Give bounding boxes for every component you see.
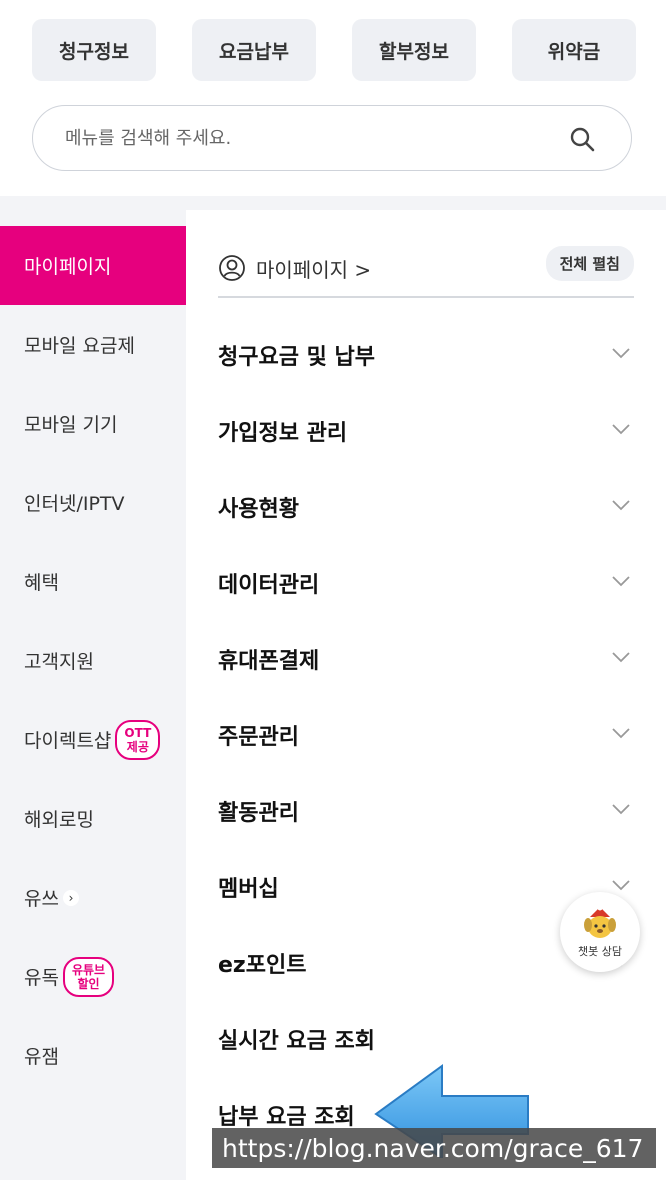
- chevron-down-icon: [612, 652, 630, 663]
- quick-btn-payment[interactable]: 요금납부: [192, 19, 316, 81]
- chatbot-button[interactable]: 챗봇 상담: [560, 892, 640, 972]
- sidebar-item-label: 인터넷/IPTV: [24, 493, 125, 515]
- menu-phone-payment[interactable]: 휴대폰결제: [218, 629, 634, 689]
- quick-btn-billing-info[interactable]: 청구정보: [32, 19, 156, 81]
- chevron-down-icon: [612, 576, 630, 587]
- user-icon: [219, 255, 245, 281]
- menu-data-management[interactable]: 데이터관리: [218, 553, 634, 613]
- sidebar-item-label: 유독: [24, 967, 59, 989]
- menu-item-label: 사용현황: [218, 497, 299, 522]
- search-icon[interactable]: [569, 126, 595, 152]
- expand-all-button[interactable]: 전체 펼침: [545, 246, 634, 281]
- chatbot-label: 챗봇 상담: [578, 945, 622, 958]
- sidebar-item-label: 고객지원: [24, 651, 94, 673]
- main-panel: 마이페이지 > 전체 펼침 청구요금 및 납부 가입정보 관리 사용현황 데이터…: [186, 210, 666, 1180]
- sidebar: 마이페이지 모바일 요금제 모바일 기기 인터넷/IPTV 혜택 고객지원 다이…: [0, 210, 186, 1180]
- sidebar-item-label: 모바일 요금제: [24, 335, 135, 357]
- menu-item-label: 가입정보 관리: [218, 421, 348, 446]
- mypage-link[interactable]: 마이페이지 >: [256, 254, 371, 283]
- chevron-down-icon: [612, 424, 630, 435]
- menu-billing-payment[interactable]: 청구요금 및 납부: [218, 325, 634, 385]
- sidebar-item-benefits[interactable]: 혜택: [0, 542, 186, 621]
- chevron-down-icon: [612, 728, 630, 739]
- chevron-down-icon: [612, 348, 630, 359]
- menu-item-label: 납부 요금 조회: [218, 1105, 355, 1130]
- sidebar-item-label: 해외로밍: [24, 809, 94, 831]
- badge-line: 할인: [77, 976, 100, 991]
- menu-order-management[interactable]: 주문관리: [218, 705, 634, 765]
- ott-badge: OTT 제공: [115, 719, 161, 760]
- sidebar-item-label: 모바일 기기: [24, 414, 118, 436]
- mypage-header: 마이페이지 > 전체 펼침: [218, 240, 634, 298]
- sidebar-item-roaming[interactable]: 해외로밍: [0, 779, 186, 858]
- sidebar-item-mypage[interactable]: 마이페이지: [0, 226, 186, 305]
- menu-subscription-info[interactable]: 가입정보 관리: [218, 401, 634, 461]
- menu-item-label: 주문관리: [218, 725, 299, 750]
- badge-line: OTT: [124, 725, 152, 740]
- sidebar-item-label: 혜택: [24, 572, 59, 594]
- menu-item-label: 청구요금 및 납부: [218, 345, 375, 370]
- quick-btn-installment[interactable]: 할부정보: [352, 19, 476, 81]
- quick-btn-penalty[interactable]: 위약금: [512, 19, 636, 81]
- watermark: https://blog.naver.com/grace_617: [212, 1128, 656, 1168]
- sidebar-item-direct-shop[interactable]: 다이렉트샵 OTT 제공: [0, 700, 186, 779]
- chatbot-mascot-icon: [584, 905, 616, 938]
- sidebar-item-label: 유쓰: [24, 888, 59, 910]
- menu-item-label: 데이터관리: [218, 573, 320, 598]
- section-divider: [0, 196, 666, 210]
- chevron-down-icon: [612, 500, 630, 511]
- sidebar-item-mobile-plan[interactable]: 모바일 요금제: [0, 305, 186, 384]
- sidebar-item-support[interactable]: 고객지원: [0, 621, 186, 700]
- menu-item-label: 실시간 요금 조회: [218, 1029, 375, 1054]
- search-input[interactable]: [63, 126, 537, 150]
- menu-item-label: ez포인트: [218, 953, 307, 978]
- menu-usage[interactable]: 사용현황: [218, 477, 634, 537]
- search-bar: [32, 105, 632, 171]
- quick-menu: 청구정보 요금납부 할부정보 위약금: [0, 0, 666, 100]
- menu-item-label: 활동관리: [218, 801, 299, 826]
- badge-line: 제공: [126, 739, 149, 754]
- sidebar-item-yujam[interactable]: 유잼: [0, 1016, 186, 1095]
- sidebar-item-internet-iptv[interactable]: 인터넷/IPTV: [0, 463, 186, 542]
- sidebar-item-label: 유잼: [24, 1046, 59, 1068]
- sidebar-item-yudok[interactable]: 유독 유튜브 할인: [0, 937, 186, 1016]
- menu-activity-management[interactable]: 활동관리: [218, 781, 634, 841]
- sidebar-item-label: 다이렉트샵: [24, 730, 112, 752]
- chevron-down-icon: [612, 804, 630, 815]
- sidebar-item-label: 마이페이지: [24, 256, 112, 278]
- menu-item-label: 멤버십: [218, 877, 279, 902]
- menu-item-label: 휴대폰결제: [218, 649, 320, 674]
- sidebar-item-yousse[interactable]: 유쓰 ›: [0, 858, 186, 937]
- chevron-down-icon: [612, 880, 630, 891]
- youtube-discount-badge: 유튜브 할인: [62, 956, 115, 997]
- menu-realtime-fee[interactable]: 실시간 요금 조회: [218, 1009, 634, 1069]
- chevron-right-icon: ›: [62, 889, 79, 906]
- sidebar-item-mobile-device[interactable]: 모바일 기기: [0, 384, 186, 463]
- badge-line: 유튜브: [71, 962, 106, 977]
